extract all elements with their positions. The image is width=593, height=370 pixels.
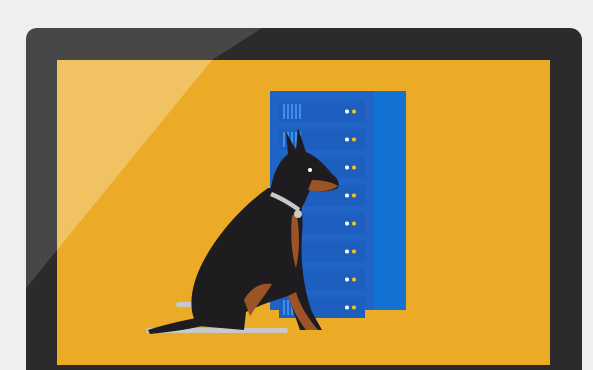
server-slot [279, 101, 365, 122]
page [0, 0, 593, 370]
server-led-yellow [352, 249, 356, 254]
server-vent [283, 104, 285, 119]
server-vent [287, 104, 289, 119]
server-led-yellow [352, 277, 356, 282]
dog-collar-tag [294, 210, 302, 218]
server-led-white [345, 249, 349, 254]
server-led-white [345, 109, 349, 114]
server-led-yellow [352, 305, 356, 310]
security-illustration [0, 0, 593, 370]
dog-eye [308, 168, 312, 172]
server-led-yellow [352, 221, 356, 226]
server-led-yellow [352, 137, 356, 142]
server-led-white [345, 193, 349, 198]
server-vent [295, 104, 297, 119]
server-led-yellow [352, 109, 356, 114]
server-vent [283, 132, 285, 147]
server-led-white [345, 165, 349, 170]
server-vent [299, 104, 301, 119]
server-vent [291, 104, 293, 119]
server-vent [287, 300, 289, 315]
server-led-yellow [352, 193, 356, 198]
server-led-white [345, 277, 349, 282]
server-led-white [345, 305, 349, 310]
server-vent [283, 300, 285, 315]
server-led-white [345, 137, 349, 142]
server-led-white [345, 221, 349, 226]
server-side [372, 91, 406, 310]
server-led-yellow [352, 165, 356, 170]
